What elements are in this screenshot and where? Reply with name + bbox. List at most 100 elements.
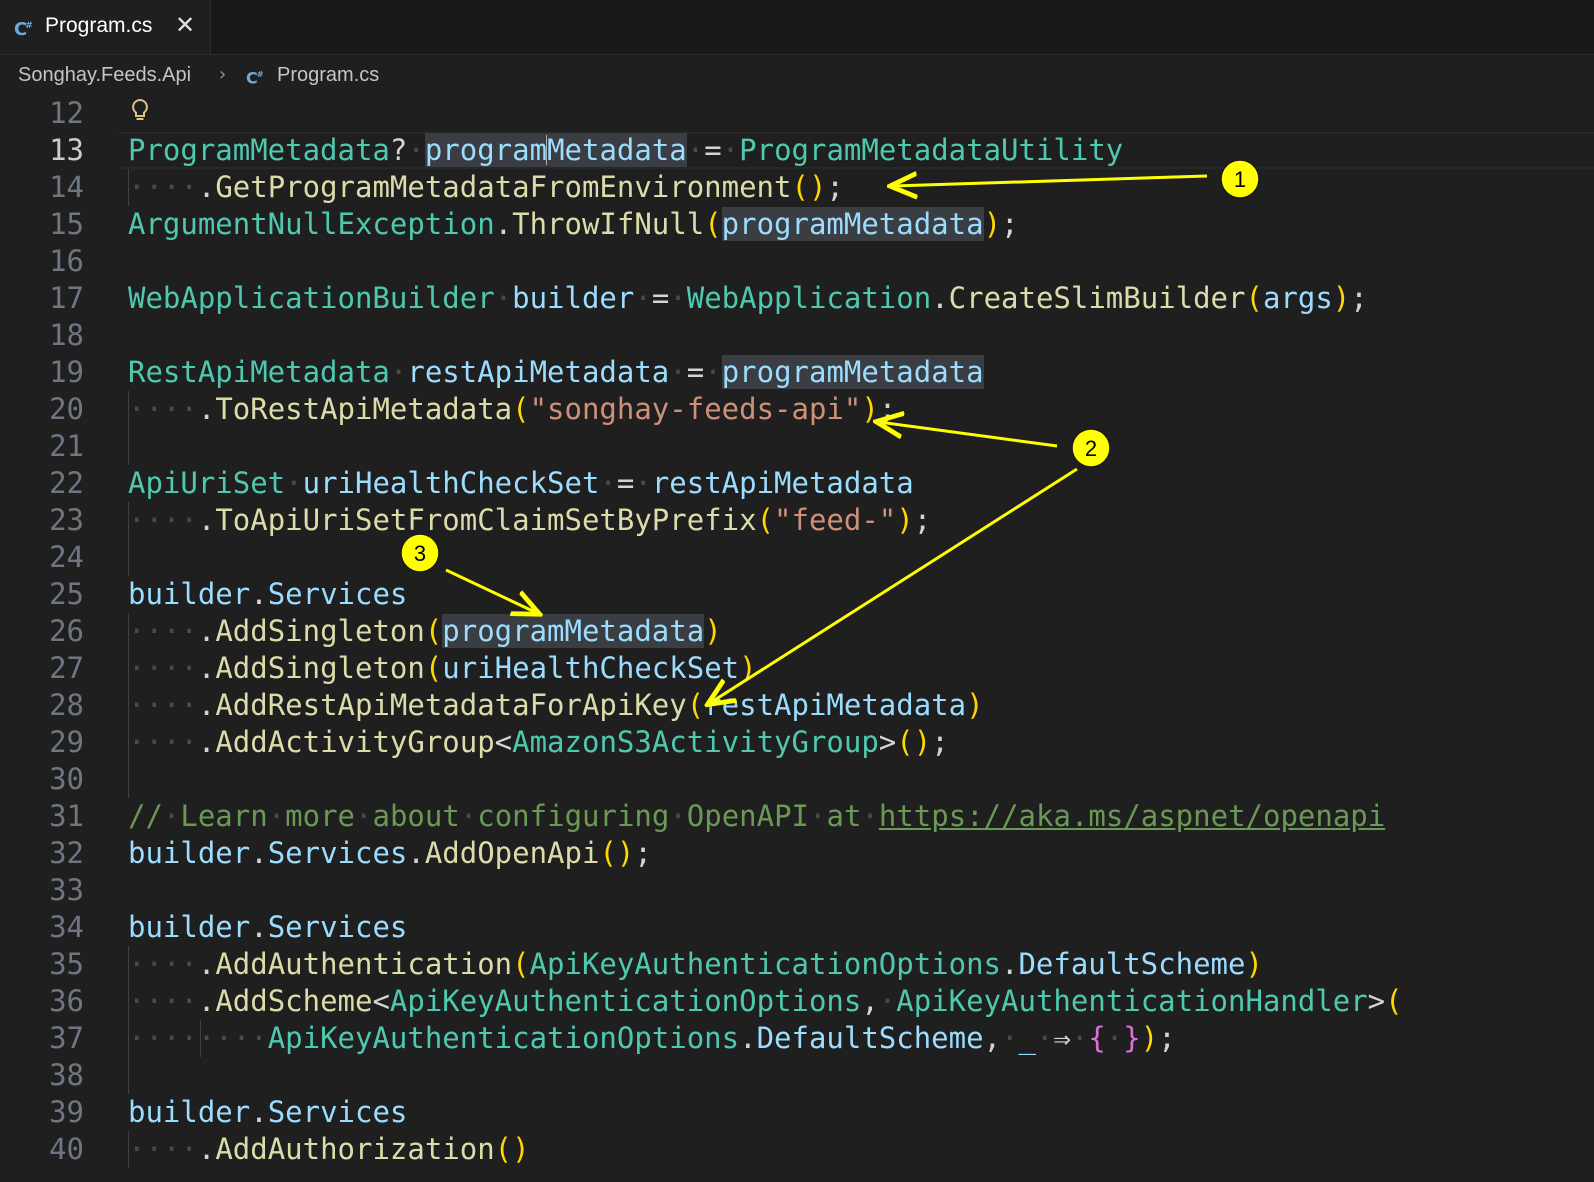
code-token: .: [197, 1132, 216, 1166]
code-token: Learn: [180, 799, 268, 833]
code-text: builder.Services: [128, 909, 407, 946]
code-token: <: [372, 984, 390, 1018]
code-token: ?: [389, 133, 408, 167]
code-token: =: [686, 355, 705, 389]
code-line[interactable]: 31//·Learn·more·about·configuring·OpenAP…: [0, 798, 1594, 835]
code-token: ;: [1350, 281, 1368, 315]
line-number: 31: [49, 799, 84, 833]
code-token: ····: [128, 947, 198, 981]
code-token: ·: [599, 466, 617, 500]
code-token: ·: [267, 799, 286, 833]
code-line[interactable]: 40 ····.AddAuthorization(): [0, 1131, 1594, 1168]
code-text: ····.AddAuthorization(): [128, 1131, 530, 1168]
code-line[interactable]: 20 ····.ToRestApiMetadata("songhay-feeds-…: [0, 391, 1594, 428]
code-token: .: [407, 836, 425, 870]
breadcrumb-project[interactable]: Songhay.Feeds.Api: [18, 55, 191, 95]
code-line[interactable]: 15 ArgumentNullException.ThrowIfNull(prog…: [0, 206, 1594, 243]
code-line[interactable]: 18: [0, 317, 1594, 354]
code-text: ApiUriSet·uriHealthCheckSet·=·restApiMet…: [128, 465, 914, 502]
code-token: ApiKeyAuthenticationOptions: [389, 984, 862, 1018]
code-text: ····.ToApiUriSetFromClaimSetByPrefix("fe…: [128, 502, 931, 539]
code-line[interactable]: 21: [0, 428, 1594, 465]
code-line[interactable]: 34 builder.Services: [0, 909, 1594, 946]
code-line[interactable]: 39 builder.Services: [0, 1094, 1594, 1131]
code-line[interactable]: 33: [0, 872, 1594, 909]
code-token: builder: [512, 281, 635, 315]
csharp-file-icon: C#: [14, 19, 33, 40]
code-token: DefaultScheme: [756, 1021, 984, 1055]
code-token: ToApiUriSetFromClaimSetByPrefix: [215, 503, 757, 537]
code-token: AddSingleton: [215, 614, 425, 648]
code-line[interactable]: 26 ····.AddSingleton(programMetadata): [0, 613, 1594, 650]
tab-program-cs[interactable]: C# Program.cs ✕: [0, 0, 211, 54]
code-token: ): [861, 392, 879, 426]
code-token: configuring: [477, 799, 670, 833]
code-token: AddRestApiMetadataForApiKey: [215, 688, 687, 722]
code-line[interactable]: 30: [0, 761, 1594, 798]
code-token: ·: [1001, 1021, 1019, 1055]
code-line[interactable]: 38: [0, 1057, 1594, 1094]
code-line[interactable]: 24: [0, 539, 1594, 576]
line-number: 36: [49, 984, 84, 1018]
line-number: 23: [49, 503, 84, 537]
line-number: 16: [49, 244, 84, 278]
code-token: ,: [861, 984, 879, 1018]
code-token: (): [599, 836, 635, 870]
close-icon[interactable]: ✕: [175, 12, 195, 38]
code-token: ,: [983, 1021, 1002, 1055]
code-line[interactable]: 36 ····.AddScheme<ApiKeyAuthenticationOpt…: [0, 983, 1594, 1020]
code-token: ThrowIfNull: [512, 207, 705, 241]
code-line[interactable]: 32 builder.Services.AddOpenApi();: [0, 835, 1594, 872]
code-token: restApiMetadata: [704, 688, 967, 722]
code-line[interactable]: 35 ····.AddAuthentication(ApiKeyAuthentic…: [0, 946, 1594, 983]
code-token: ········: [128, 1021, 268, 1055]
code-line[interactable]: 14 ····.GetProgramMetadataFromEnvironment…: [0, 169, 1594, 206]
breadcrumb-file[interactable]: Program.cs: [277, 55, 379, 95]
code-token: }: [1123, 1021, 1141, 1055]
line-number: 38: [49, 1058, 84, 1092]
code-token: .: [197, 392, 216, 426]
code-text: builder.Services.AddOpenApi();: [128, 835, 652, 872]
code-token: ·: [669, 355, 687, 389]
code-token: (: [756, 503, 775, 537]
code-token: builder: [128, 910, 251, 944]
code-line[interactable]: 37 ········ApiKeyAuthenticationOptions.De…: [0, 1020, 1594, 1057]
code-line[interactable]: 29 ····.AddActivityGroup<AmazonS3Activity…: [0, 724, 1594, 761]
code-line[interactable]: 27 ····.AddSingleton(uriHealthCheckSet): [0, 650, 1594, 687]
code-token: builder: [128, 577, 251, 611]
code-token: ProgramMetadataUtility: [739, 133, 1124, 167]
code-line[interactable]: 23 ····.ToApiUriSetFromClaimSetByPrefix("…: [0, 502, 1594, 539]
code-token: (: [1385, 984, 1403, 1018]
code-token: ·: [634, 466, 652, 500]
code-token: ·: [162, 799, 181, 833]
code-token: at: [826, 799, 862, 833]
code-line[interactable]: 25 builder.Services: [0, 576, 1594, 613]
code-text: ····.AddSingleton(programMetadata): [128, 613, 722, 650]
code-text: ····.GetProgramMetadataFromEnvironment()…: [128, 169, 844, 206]
code-token: ApiUriSet: [128, 466, 286, 500]
code-editor[interactable]: 12 13 ProgramMetadata?·programMetadata·=·P…: [0, 95, 1594, 1182]
code-token: .: [739, 1021, 757, 1055]
code-token: ·: [459, 799, 478, 833]
code-line[interactable]: 17 WebApplicationBuilder·builder·=·WebApp…: [0, 280, 1594, 317]
code-token: {: [1088, 1021, 1106, 1055]
code-line[interactable]: 13 ProgramMetadata?·programMetadata·=·Pro…: [0, 132, 1594, 169]
code-token: AmazonS3ActivityGroup: [512, 725, 879, 759]
code-line[interactable]: 12: [0, 95, 1594, 132]
code-text: builder.Services: [128, 576, 407, 613]
code-token: Services: [267, 910, 408, 944]
code-token: ApiKeyAuthenticationOptions: [529, 947, 1001, 981]
code-token: programMetadata: [442, 614, 705, 648]
code-token: =: [651, 281, 670, 315]
code-line[interactable]: 28 ····.AddRestApiMetadataForApiKey(restA…: [0, 687, 1594, 724]
code-token: ····: [128, 725, 198, 759]
code-line[interactable]: 16: [0, 243, 1594, 280]
code-token: ;: [1001, 207, 1019, 241]
code-token: .: [250, 836, 268, 870]
code-line[interactable]: 19 RestApiMetadata·restApiMetadata·=·prog…: [0, 354, 1594, 391]
code-text: ····.AddScheme<ApiKeyAuthenticationOptio…: [128, 983, 1403, 1020]
line-number: 21: [49, 429, 84, 463]
code-token: Services: [267, 836, 408, 870]
code-token: program: [424, 133, 548, 167]
code-line[interactable]: 22 ApiUriSet·uriHealthCheckSet·=·restApiM…: [0, 465, 1594, 502]
